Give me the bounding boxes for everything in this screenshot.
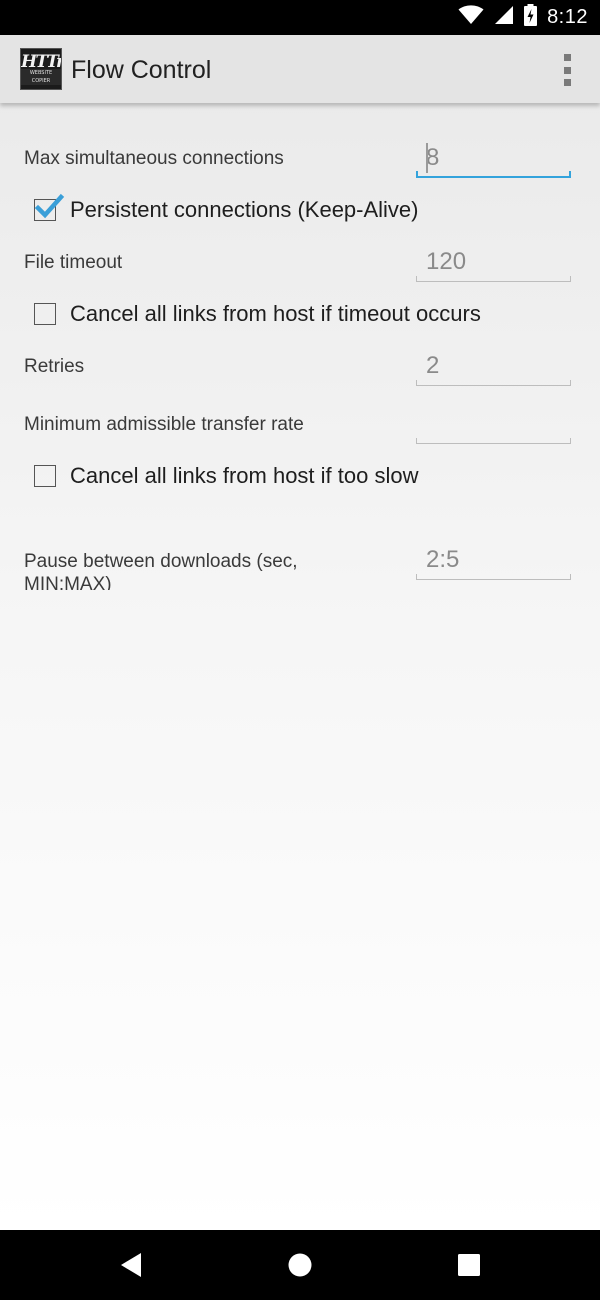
httrack-logo-icon: HTTrack WEBSITE COPIER	[20, 48, 62, 90]
retries-field[interactable]	[416, 346, 571, 386]
cancel-if-slow-label: Cancel all links from host if too slow	[70, 463, 419, 488]
text-cursor	[426, 143, 428, 173]
battery-charging-icon	[524, 4, 538, 31]
file-timeout-field[interactable]	[416, 242, 571, 282]
persistent-connections-label: Persistent connections (Keep-Alive)	[70, 197, 419, 222]
retries-label: Retries	[24, 356, 85, 377]
persistent-connections-checkbox-row[interactable]: Persistent connections (Keep-Alive)	[34, 193, 419, 225]
action-bar: HTTrack WEBSITE COPIER Flow Control	[0, 35, 600, 103]
cancel-on-timeout-checkbox-row[interactable]: Cancel all links from host if timeout oc…	[34, 299, 481, 329]
recents-icon[interactable]	[429, 1230, 509, 1300]
checkmark-icon	[34, 193, 65, 219]
overflow-dot	[563, 79, 571, 86]
file-timeout-input[interactable]	[426, 246, 561, 278]
retries-input[interactable]	[426, 350, 561, 382]
file-timeout-label: File timeout	[24, 252, 123, 273]
overflow-dot	[563, 66, 571, 74]
app-content: HTTrack WEBSITE COPIER Flow Control Max …	[0, 35, 600, 1230]
overflow-dot	[563, 54, 571, 61]
max-connections-field[interactable]	[416, 138, 571, 178]
max-connections-label: Max simultaneous connections	[24, 148, 284, 169]
status-time: 8:12	[547, 6, 588, 28]
pause-between-downloads-field[interactable]	[416, 540, 571, 580]
logo-text-bottom: WEBSITE COPIER	[21, 69, 61, 85]
persistent-connections-checkbox[interactable]	[34, 193, 65, 221]
cancel-on-timeout-checkbox[interactable]	[34, 303, 56, 325]
cancel-if-slow-checkbox-row[interactable]: Cancel all links from host if too slow	[34, 461, 418, 491]
pause-between-downloads-input[interactable]	[426, 544, 561, 576]
cancel-if-slow-checkbox[interactable]	[34, 465, 56, 487]
home-icon[interactable]	[260, 1230, 340, 1300]
cellular-signal-icon	[494, 5, 514, 30]
max-connections-input[interactable]	[426, 142, 561, 174]
status-icons: 8:12	[458, 0, 588, 35]
page-title: Flow Control	[71, 56, 212, 84]
navigation-bar	[0, 1230, 600, 1300]
wifi-icon	[458, 5, 484, 30]
pause-row-clip: Pause between downloads (sec, MIN:MAX)	[0, 540, 600, 590]
min-transfer-rate-label: Minimum admissible transfer rate	[24, 414, 304, 435]
back-icon[interactable]	[91, 1230, 171, 1300]
status-bar: 8:12	[0, 0, 600, 35]
min-transfer-rate-field[interactable]	[416, 404, 571, 444]
cancel-on-timeout-label: Cancel all links from host if timeout oc…	[70, 301, 481, 326]
min-transfer-rate-input[interactable]	[426, 408, 561, 440]
more-vert-icon[interactable]	[560, 54, 574, 86]
pause-between-downloads-label: Pause between downloads (sec, MIN:MAX)	[24, 551, 298, 590]
